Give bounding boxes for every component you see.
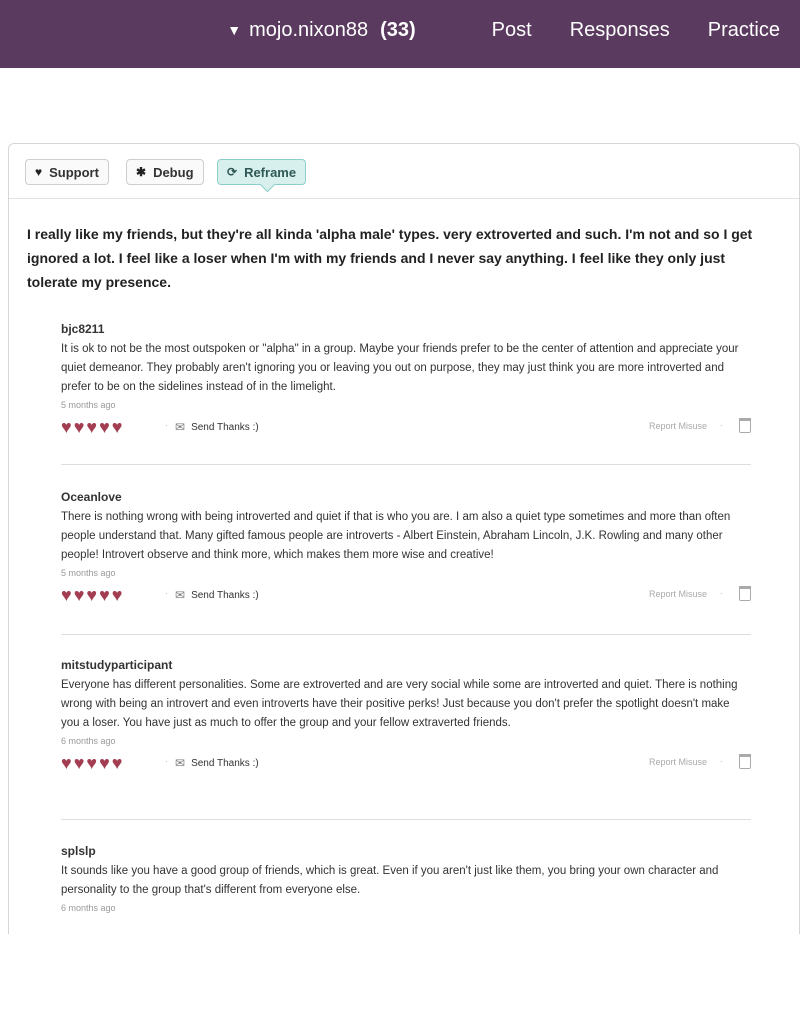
send-thanks-label: Send Thanks :) [191, 757, 259, 769]
nav-link-responses[interactable]: Responses [570, 19, 670, 42]
separator: · [719, 588, 723, 599]
heart-icon[interactable]: ♥ [86, 754, 97, 772]
trash-icon[interactable] [739, 586, 751, 601]
reframe-icon: ⟳ [227, 165, 238, 179]
separator: · [719, 756, 723, 767]
heart-icon[interactable]: ♥ [86, 418, 97, 436]
heart-icon[interactable]: ♥ [99, 754, 110, 772]
trash-icon[interactable] [739, 754, 751, 769]
heart-icon[interactable]: ♥ [112, 754, 123, 772]
nav-menu: ▼ mojo.nixon88 (33) Post Responses Pract… [227, 14, 780, 46]
response-text: It sounds like you have a good group of … [61, 865, 719, 896]
response-timestamp: 5 months ago [61, 568, 116, 578]
heart-icon[interactable]: ♥ [74, 754, 85, 772]
response-text: Everyone has different personalities. So… [61, 679, 738, 729]
heart-icon[interactable]: ♥ [61, 754, 72, 772]
points-count: (33) [380, 18, 416, 41]
heart-rating: ♥ ♥ ♥ ♥ ♥ [61, 754, 124, 772]
envelope-icon: ✉ [175, 420, 186, 434]
send-thanks-button[interactable]: ✉ Send Thanks :) [175, 756, 259, 770]
response-actions: ♥ ♥ ♥ ♥ ♥ · ✉ Send Thanks :) Report Misuse · [61, 418, 751, 438]
support-label: Support [49, 164, 99, 180]
heart-icon[interactable]: ♥ [112, 586, 123, 604]
send-thanks-button[interactable]: ✉ Send Thanks :) [175, 420, 259, 434]
nav-link-practice[interactable]: Practice [708, 19, 780, 42]
response-actions: ♥ ♥ ♥ ♥ ♥ · ✉ Send Thanks :) Report Misuse · [61, 754, 751, 774]
heart-rating: ♥ ♥ ♥ ♥ ♥ [61, 418, 124, 436]
response-author: bjc8211 [61, 322, 105, 336]
envelope-icon: ✉ [175, 756, 186, 770]
separator: · [165, 420, 169, 431]
response-text: It is ok to not be the most outspoken or… [61, 343, 739, 393]
divider [61, 819, 751, 820]
support-button[interactable]: ♥ Support [25, 159, 109, 185]
heart-rating: ♥ ♥ ♥ ♥ ♥ [61, 586, 124, 604]
username: mojo.nixon88 [249, 18, 369, 41]
heart-icon[interactable]: ♥ [112, 418, 123, 436]
response-timestamp: 5 months ago [61, 400, 116, 410]
response-item: bjc8211 It is ok to not be the most outs… [61, 322, 751, 438]
heart-icon[interactable]: ♥ [61, 418, 72, 436]
debug-button[interactable]: ✱ Debug [126, 159, 204, 185]
divider [61, 464, 751, 465]
separator: · [165, 588, 169, 599]
response-author: splslp [61, 844, 96, 858]
post-text: I really like my friends, but they're al… [27, 226, 753, 290]
heart-icon[interactable]: ♥ [74, 586, 85, 604]
separator: · [165, 756, 169, 767]
response-item: mitstudyparticipant Everyone has differe… [61, 658, 751, 774]
response-text: There is nothing wrong with being introv… [61, 511, 731, 561]
heart-icon[interactable]: ♥ [99, 586, 110, 604]
response-timestamp: 6 months ago [61, 903, 116, 913]
report-misuse-link[interactable]: Report Misuse [649, 421, 707, 431]
response-type-toolbar: ♥ Support ✱ Debug ⟳ Reframe [9, 144, 799, 199]
debug-label: Debug [153, 164, 194, 180]
response-item: splslp It sounds like you have a good gr… [61, 844, 751, 913]
heart-icon[interactable]: ♥ [61, 586, 72, 604]
response-timestamp: 6 months ago [61, 736, 116, 746]
send-thanks-label: Send Thanks :) [191, 421, 259, 433]
nav-link-post[interactable]: Post [492, 19, 532, 42]
report-misuse-link[interactable]: Report Misuse [649, 757, 707, 767]
heart-icon: ♥ [35, 165, 43, 179]
response-item: Oceanlove There is nothing wrong with be… [61, 490, 751, 606]
send-thanks-button[interactable]: ✉ Send Thanks :) [175, 588, 259, 602]
top-navigation-bar: ▼ mojo.nixon88 (33) Post Responses Pract… [0, 0, 800, 68]
post-panel: ♥ Support ✱ Debug ⟳ Reframe I really lik… [8, 143, 800, 934]
heart-icon[interactable]: ♥ [74, 418, 85, 436]
response-author: Oceanlove [61, 490, 122, 504]
envelope-icon: ✉ [175, 588, 186, 602]
user-menu[interactable]: ▼ mojo.nixon88 (33) [227, 19, 415, 42]
trash-icon[interactable] [739, 418, 751, 433]
send-thanks-label: Send Thanks :) [191, 589, 259, 601]
response-author: mitstudyparticipant [61, 658, 173, 672]
response-actions: ♥ ♥ ♥ ♥ ♥ · ✉ Send Thanks :) Report Misuse · [61, 586, 751, 606]
reframe-label: Reframe [244, 164, 297, 180]
reframe-button[interactable]: ⟳ Reframe [217, 159, 307, 185]
heart-icon[interactable]: ♥ [86, 586, 97, 604]
bug-icon: ✱ [136, 165, 147, 179]
caret-down-icon: ▼ [227, 22, 242, 38]
separator: · [719, 420, 723, 431]
heart-icon[interactable]: ♥ [99, 418, 110, 436]
divider [61, 634, 751, 635]
report-misuse-link[interactable]: Report Misuse [649, 589, 707, 599]
